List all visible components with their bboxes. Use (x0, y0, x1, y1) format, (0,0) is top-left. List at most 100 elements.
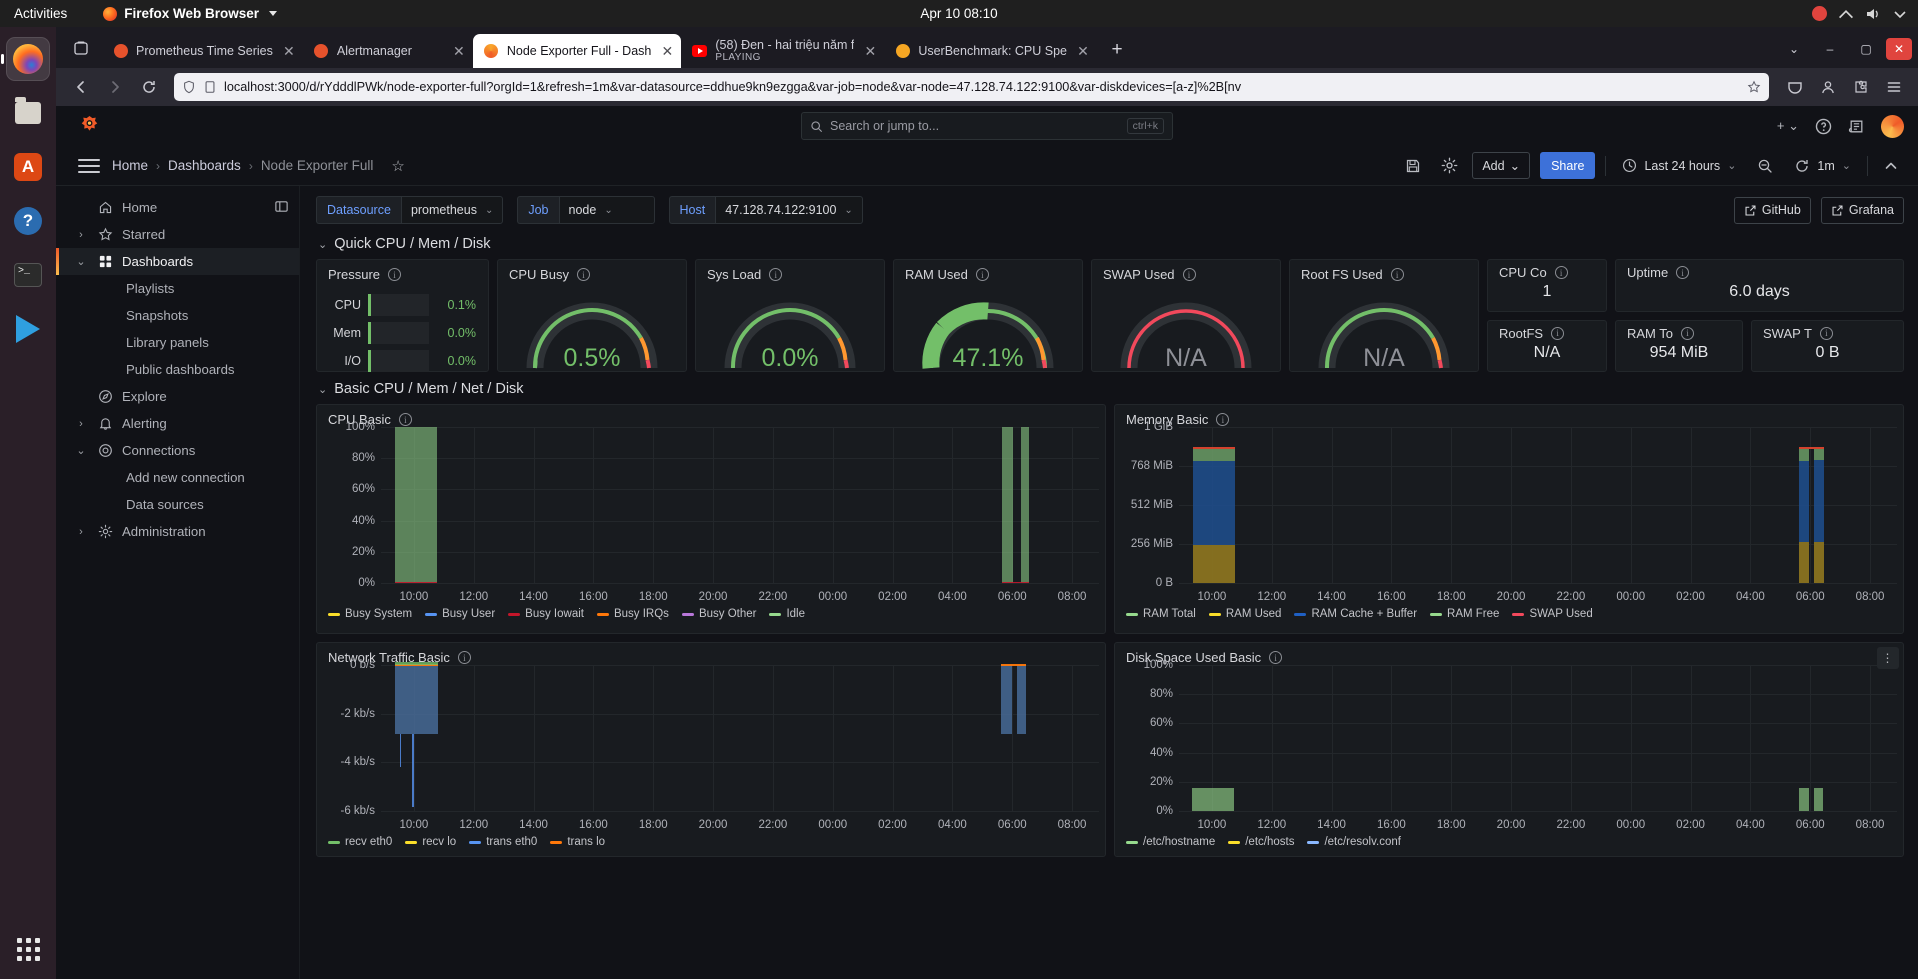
legend-item[interactable]: RAM Cache + Buffer (1294, 608, 1417, 620)
add-panel-button[interactable]: Add ⌄ (1472, 152, 1531, 179)
panel-memory-basic[interactable]: Memory Basic i 0 B 256 MiB 512 MiB 768 MiB 1… (1114, 404, 1904, 634)
panel-root-fs-used[interactable]: Root FS Used i N/A (1289, 259, 1479, 372)
legend-item[interactable]: Busy User (425, 608, 495, 620)
sidebar-item-administration[interactable]: › Administration (56, 518, 299, 545)
panel-uptime[interactable]: Uptime i 6.0 days (1615, 259, 1904, 312)
app-menu-icon[interactable] (1878, 73, 1909, 102)
breadcrumb-item-dashboards[interactable]: Dashboards (168, 158, 241, 173)
info-icon[interactable]: i (975, 268, 989, 281)
variable-value[interactable]: prometheus ⌄ (400, 196, 504, 224)
chevron-right-icon[interactable]: › (70, 418, 92, 430)
time-range-picker[interactable]: Last 24 hours ⌄ (1616, 152, 1742, 179)
show-applications-button[interactable] (16, 938, 40, 961)
info-icon[interactable]: i (1390, 268, 1404, 281)
info-icon[interactable]: i (457, 651, 471, 664)
browser-tab[interactable]: UserBenchmark: CPU Spe ✕ (884, 34, 1097, 68)
menu-toggle-button[interactable] (78, 158, 100, 173)
chevron-down-icon[interactable]: ⌄ (70, 444, 92, 457)
panel-cpu-basic[interactable]: CPU Basic i 0% 20% 40% 60% 80% 100% 10:00 12:00… (316, 404, 1106, 634)
variable-datasource[interactable]: Datasource prometheus ⌄ (316, 196, 504, 224)
reload-button[interactable] (133, 73, 164, 102)
close-tab-icon[interactable]: ✕ (451, 43, 467, 60)
save-dashboard-button[interactable] (1400, 153, 1426, 179)
minimize-window-button[interactable]: ‒ (1814, 36, 1846, 62)
dashboard-link-github[interactable]: GitHub (1733, 196, 1811, 224)
browser-tab[interactable]: Prometheus Time Series ✕ (102, 34, 303, 68)
panel-swap-used[interactable]: SWAP Used i N/A (1091, 259, 1281, 372)
save-to-pocket-icon[interactable] (1779, 73, 1810, 102)
back-button[interactable] (65, 73, 96, 102)
legend-item[interactable]: SWAP Used (1512, 608, 1593, 620)
dock-item-firefox[interactable] (6, 37, 50, 81)
forward-button[interactable] (99, 73, 130, 102)
info-icon[interactable]: i (1554, 266, 1568, 279)
variable-value[interactable]: node ⌄ (558, 196, 655, 224)
legend-item[interactable]: Busy IRQs (596, 608, 669, 620)
sidebar-item-explore[interactable]: Explore (56, 383, 299, 410)
new-menu-button[interactable]: + ⌄ (1777, 118, 1799, 134)
sidebar-item-public-dashboards[interactable]: Public dashboards (56, 356, 299, 383)
volume-icon[interactable] (1865, 6, 1881, 22)
legend-item[interactable]: recv lo (405, 836, 456, 848)
close-tab-icon[interactable]: ✕ (862, 43, 878, 60)
account-icon[interactable] (1812, 73, 1843, 102)
star-dashboard-icon[interactable]: ☆ (391, 157, 404, 175)
legend-item[interactable]: /etc/resolv.conf (1307, 836, 1401, 848)
page-info-icon[interactable] (203, 80, 217, 94)
legend-item[interactable]: RAM Free (1430, 608, 1499, 620)
info-icon[interactable]: i (398, 413, 412, 426)
info-icon[interactable]: i (1269, 651, 1283, 664)
variable-job[interactable]: Job node ⌄ (517, 196, 655, 224)
user-avatar[interactable] (1881, 114, 1904, 138)
new-tab-button[interactable]: + (1103, 36, 1131, 64)
panel-rootfs-total[interactable]: RootFS i N/A (1487, 319, 1607, 372)
close-tab-icon[interactable]: ✕ (281, 43, 297, 60)
browser-tab-active[interactable]: Node Exporter Full - Dash ✕ (472, 34, 682, 68)
panel-network-traffic-basic[interactable]: Network Traffic Basic i -6 kb/s -4 kb/s -2… (316, 642, 1106, 857)
activities-button[interactable]: Activities (0, 6, 79, 21)
dashboard-link-grafana[interactable]: Grafana (1820, 196, 1904, 224)
screen-recording-icon[interactable] (1812, 6, 1827, 21)
zoom-out-time-range-button[interactable] (1752, 153, 1778, 179)
legend-item[interactable]: Busy Other (681, 608, 756, 620)
system-clock[interactable]: Apr 10 08:10 (920, 6, 997, 21)
info-icon[interactable]: i (1681, 326, 1694, 340)
close-window-button[interactable]: ✕ (1886, 38, 1912, 60)
panel-cpu-cores[interactable]: CPU Co i 1 (1487, 259, 1607, 312)
sidebar-item-add-new-connection[interactable]: Add new connection (56, 464, 299, 491)
legend-item[interactable]: trans eth0 (469, 836, 537, 848)
chevron-right-icon[interactable]: › (70, 526, 92, 538)
legend-item[interactable]: Busy System (328, 608, 412, 620)
collapse-sidebar-icon[interactable] (274, 199, 289, 217)
power-menu-icon[interactable] (1892, 6, 1908, 22)
legend-item[interactable]: RAM Total (1126, 608, 1196, 620)
info-icon[interactable]: i (1182, 268, 1196, 281)
sidebar-item-data-sources[interactable]: Data sources (56, 491, 299, 518)
sidebar-item-starred[interactable]: › Starred (56, 221, 299, 248)
legend-item[interactable]: RAM Used (1208, 608, 1281, 620)
sidebar-item-connections[interactable]: ⌄ Connections (56, 437, 299, 464)
tab-overflow-chevron-icon[interactable]: ⌄ (1778, 36, 1810, 62)
browser-tab[interactable]: Alertmanager ✕ (303, 34, 473, 68)
bookmark-star-icon[interactable] (1747, 80, 1761, 94)
collapse-toolbar-button[interactable] (1878, 153, 1904, 179)
info-icon[interactable]: i (1819, 326, 1833, 340)
sidebar-item-dashboards[interactable]: ⌄ Dashboards (56, 248, 299, 275)
panel-cpu-busy[interactable]: CPU Busy i 0.5% (497, 259, 687, 372)
legend-item[interactable]: /etc/hosts (1228, 836, 1294, 848)
panel-pressure[interactable]: Pressure i CPU 0.1% Mem 0.0% I/O 0.0% (316, 259, 489, 372)
legend-item[interactable]: trans lo (550, 836, 605, 848)
address-bar[interactable]: localhost:3000/d/rYdddlPWk/node-exporter… (174, 73, 1769, 101)
panel-ram-total[interactable]: RAM To i 954 MiB (1615, 319, 1743, 372)
breadcrumb-item-home[interactable]: Home (112, 158, 148, 173)
close-tab-icon[interactable]: ✕ (659, 43, 675, 60)
help-icon[interactable] (1815, 118, 1832, 135)
sidebar-item-playlists[interactable]: Playlists (56, 275, 299, 302)
sidebar-item-snapshots[interactable]: Snapshots (56, 302, 299, 329)
legend-item[interactable]: Idle (769, 608, 805, 620)
panel-sys-load[interactable]: Sys Load i 0.0% (695, 259, 885, 372)
variable-value[interactable]: 47.128.74.122:9100 ⌄ (715, 196, 863, 224)
share-dashboard-button[interactable]: Share (1540, 152, 1596, 179)
extensions-icon[interactable] (1845, 73, 1876, 102)
dock-item-files[interactable] (6, 91, 50, 135)
